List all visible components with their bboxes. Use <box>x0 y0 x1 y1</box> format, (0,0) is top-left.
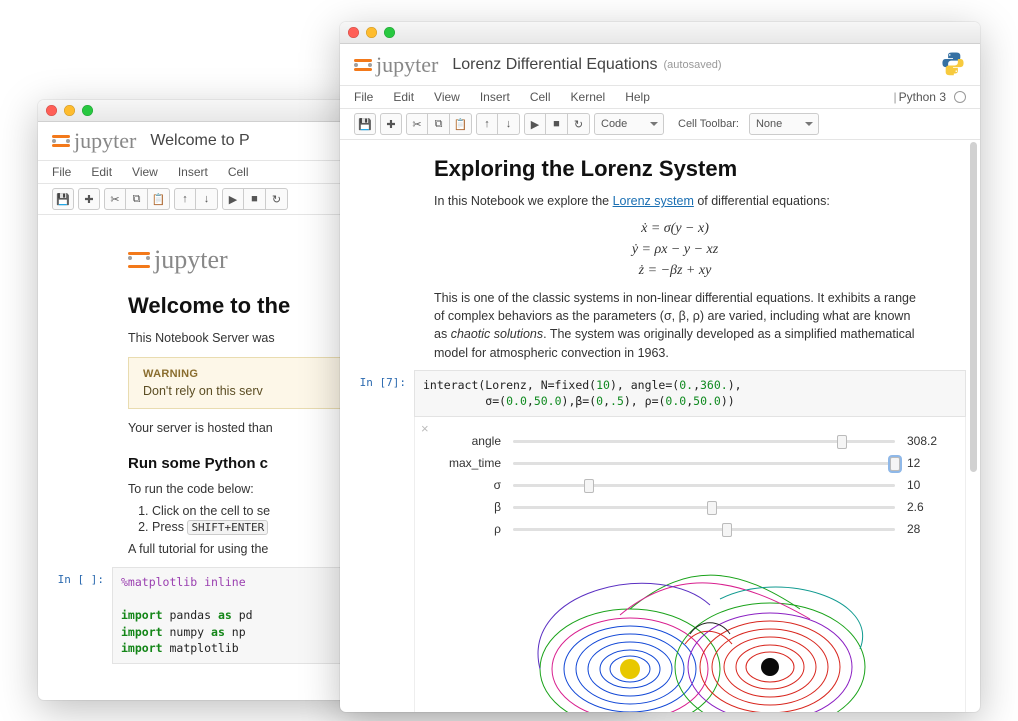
menu-help[interactable]: Help <box>625 90 650 104</box>
slider-row: σ 10 <box>431 477 949 493</box>
zoom-icon[interactable] <box>82 105 93 116</box>
slider-row: β 2.6 <box>431 499 949 515</box>
autosave-status: (autosaved) <box>664 59 722 71</box>
menu-cell[interactable]: Cell <box>228 165 249 179</box>
slider-thumb[interactable] <box>837 435 847 449</box>
slider-label: angle <box>431 434 501 448</box>
slider-label: β <box>431 500 501 514</box>
add-cell-button[interactable]: ✚ <box>78 188 100 210</box>
input-prompt: In [ ]: <box>52 567 112 664</box>
close-icon[interactable] <box>46 105 57 116</box>
slider-row: max_time 12 <box>431 455 949 471</box>
run-button[interactable]: ▶ <box>524 113 546 135</box>
slider[interactable] <box>513 499 895 515</box>
move-down-button[interactable]: ↓ <box>498 113 520 135</box>
minimize-icon[interactable] <box>64 105 75 116</box>
paste-button[interactable]: 📋 <box>148 188 170 210</box>
restart-button[interactable]: ↻ <box>568 113 590 135</box>
slider-label: max_time <box>431 456 501 470</box>
kernel-status-icon <box>954 91 966 103</box>
celltoolbar-label: Cell Toolbar: <box>678 118 739 130</box>
slider[interactable] <box>513 477 895 493</box>
cut-button[interactable]: ✂ <box>104 188 126 210</box>
stop-button[interactable]: ■ <box>546 113 568 135</box>
zoom-icon[interactable] <box>384 27 395 38</box>
description: This is one of the classic systems in no… <box>434 289 916 362</box>
menu-kernel[interactable]: Kernel <box>571 90 606 104</box>
slider-value: 10 <box>907 478 949 492</box>
cut-button[interactable]: ✂ <box>406 113 428 135</box>
close-icon[interactable] <box>348 27 359 38</box>
code-input[interactable]: interact(Lorenz, N=fixed(10), angle=(0.,… <box>414 370 966 417</box>
menu-edit[interactable]: Edit <box>393 90 414 104</box>
jupyter-logo: jupyter <box>354 52 438 78</box>
slider-thumb[interactable] <box>584 479 594 493</box>
menu-edit[interactable]: Edit <box>91 165 112 179</box>
slider-label: ρ <box>431 522 501 536</box>
notebook-name[interactable]: Welcome to P <box>150 132 249 150</box>
page-title: Exploring the Lorenz System <box>434 156 916 182</box>
slider[interactable] <box>513 521 895 537</box>
paste-button[interactable]: 📋 <box>450 113 472 135</box>
menu-insert[interactable]: Insert <box>480 90 510 104</box>
slider-thumb[interactable] <box>722 523 732 537</box>
menu-file[interactable]: File <box>52 165 71 179</box>
scrollbar-thumb[interactable] <box>970 142 977 472</box>
celltype-select[interactable]: Code <box>594 113 664 135</box>
menubar: File Edit View Insert Cell Kernel Help |… <box>340 86 980 109</box>
slider-label: σ <box>431 478 501 492</box>
lorenz-link[interactable]: Lorenz system <box>613 194 694 208</box>
header: jupyter Lorenz Differential Equations (a… <box>340 44 980 86</box>
menu-view[interactable]: View <box>434 90 460 104</box>
traffic-lights <box>46 105 93 116</box>
stop-button[interactable]: ■ <box>244 188 266 210</box>
equations: ẋ = σ(y − x) ẏ = ρx − y − xz ż = −βz + x… <box>434 218 916 281</box>
move-up-button[interactable]: ↑ <box>476 113 498 135</box>
copy-button[interactable]: ⧉ <box>428 113 450 135</box>
input-prompt: In [7]: <box>354 370 414 712</box>
menu-insert[interactable]: Insert <box>178 165 208 179</box>
lorenz-plot <box>431 549 949 712</box>
slider-thumb[interactable] <box>707 501 717 515</box>
slider-thumb[interactable] <box>890 457 900 471</box>
menu-view[interactable]: View <box>132 165 158 179</box>
toolbar: 💾 ✚ ✂ ⧉ 📋 ↑ ↓ ▶ ■ ↻ Code Cell Toolbar: N… <box>340 109 980 140</box>
titlebar <box>340 22 980 44</box>
front-window: jupyter Lorenz Differential Equations (a… <box>340 22 980 712</box>
code-cell[interactable]: In [7]: interact(Lorenz, N=fixed(10), an… <box>354 370 966 712</box>
slider-value: 28 <box>907 522 949 536</box>
slider-value: 308.2 <box>907 434 949 448</box>
traffic-lights <box>348 27 395 38</box>
restart-button[interactable]: ↻ <box>266 188 288 210</box>
menu-cell[interactable]: Cell <box>530 90 551 104</box>
move-up-button[interactable]: ↑ <box>174 188 196 210</box>
save-button[interactable]: 💾 <box>52 188 74 210</box>
close-icon[interactable]: × <box>421 421 429 436</box>
run-button[interactable]: ▶ <box>222 188 244 210</box>
notebook-name[interactable]: Lorenz Differential Equations <box>452 56 657 74</box>
jupyter-logo: jupyter <box>52 128 136 154</box>
slider[interactable] <box>513 455 895 471</box>
kernel-indicator[interactable]: | Python 3 <box>894 90 967 104</box>
scrollbar[interactable] <box>970 142 977 692</box>
minimize-icon[interactable] <box>366 27 377 38</box>
slider-value: 12 <box>907 456 949 470</box>
save-button[interactable]: 💾 <box>354 113 376 135</box>
menu-file[interactable]: File <box>354 90 373 104</box>
move-down-button[interactable]: ↓ <box>196 188 218 210</box>
celltoolbar-select[interactable]: None <box>749 113 819 135</box>
widget-output: × angle 308.2 max_time 12 σ 10 β 2.6 ρ 28 <box>414 417 966 712</box>
slider[interactable] <box>513 433 895 449</box>
slider-value: 2.6 <box>907 500 949 514</box>
slider-row: ρ 28 <box>431 521 949 537</box>
copy-button[interactable]: ⧉ <box>126 188 148 210</box>
add-cell-button[interactable]: ✚ <box>380 113 402 135</box>
python-logo-icon <box>940 50 966 79</box>
content: Exploring the Lorenz System In this Note… <box>340 140 980 712</box>
slider-row: angle 308.2 <box>431 433 949 449</box>
intro: In this Notebook we explore the Lorenz s… <box>434 192 916 210</box>
